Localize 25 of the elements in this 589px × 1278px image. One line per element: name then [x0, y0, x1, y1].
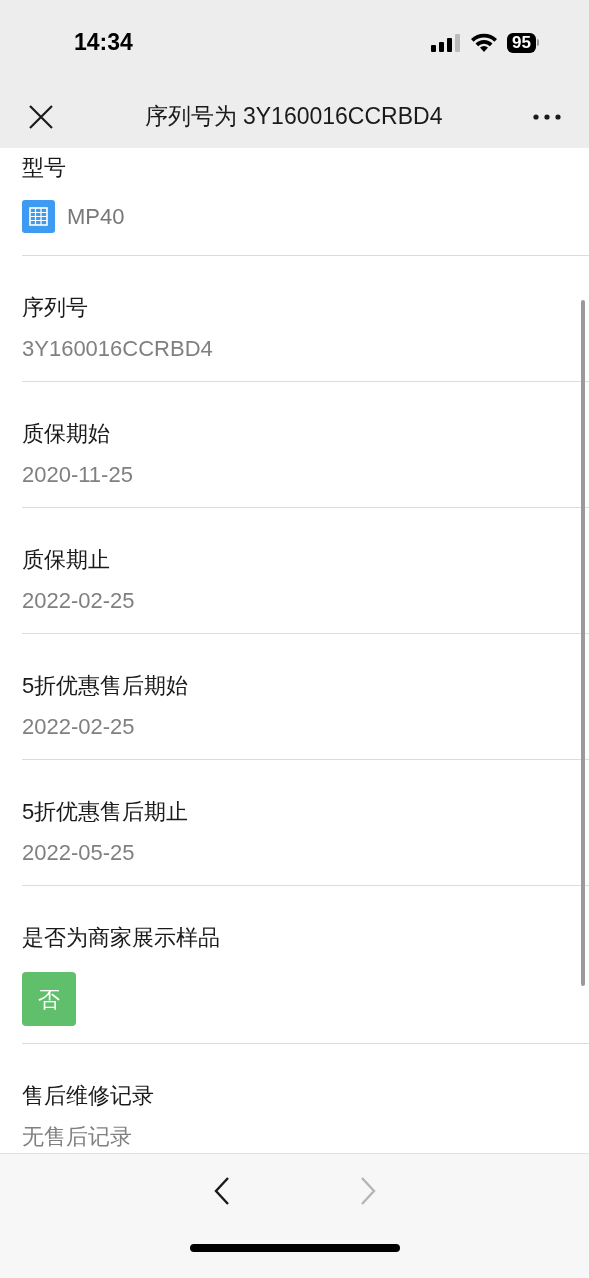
signal-icon [431, 33, 462, 52]
field-value: 2022-02-25 [22, 714, 136, 740]
field-label: 质保期止 [22, 546, 111, 574]
status-tag: 否 [22, 972, 76, 1026]
field-value: 3Y160016CCRBD4 [22, 336, 214, 362]
field-value: 2022-02-25 [22, 588, 136, 614]
field-value: 无售后记录 [22, 1124, 133, 1150]
field-label: 5折优惠售后期止 [22, 798, 190, 826]
field-label: 序列号 [22, 294, 89, 322]
field-label: 质保期始 [22, 420, 111, 448]
back-icon[interactable] [212, 1176, 231, 1206]
field-value: 2022-05-25 [22, 840, 136, 866]
more-icon[interactable] [533, 113, 561, 120]
field-label: 5折优惠售后期始 [22, 672, 190, 700]
page-title: 序列号为 3Y160016CCRBD4 [144, 102, 443, 132]
field-value: 2020-11-25 [22, 462, 134, 488]
field-label: 是否为商家展示样品 [22, 924, 221, 952]
field-label: 型号 [22, 154, 67, 182]
spreadsheet-icon [22, 200, 55, 233]
close-icon[interactable] [28, 103, 54, 130]
battery-level: 95 [507, 32, 536, 53]
field-label: 售后维修记录 [22, 1082, 155, 1110]
status-time: 14:34 [74, 28, 133, 58]
field-value: MP40 [67, 203, 125, 231]
wifi-icon [471, 33, 498, 52]
